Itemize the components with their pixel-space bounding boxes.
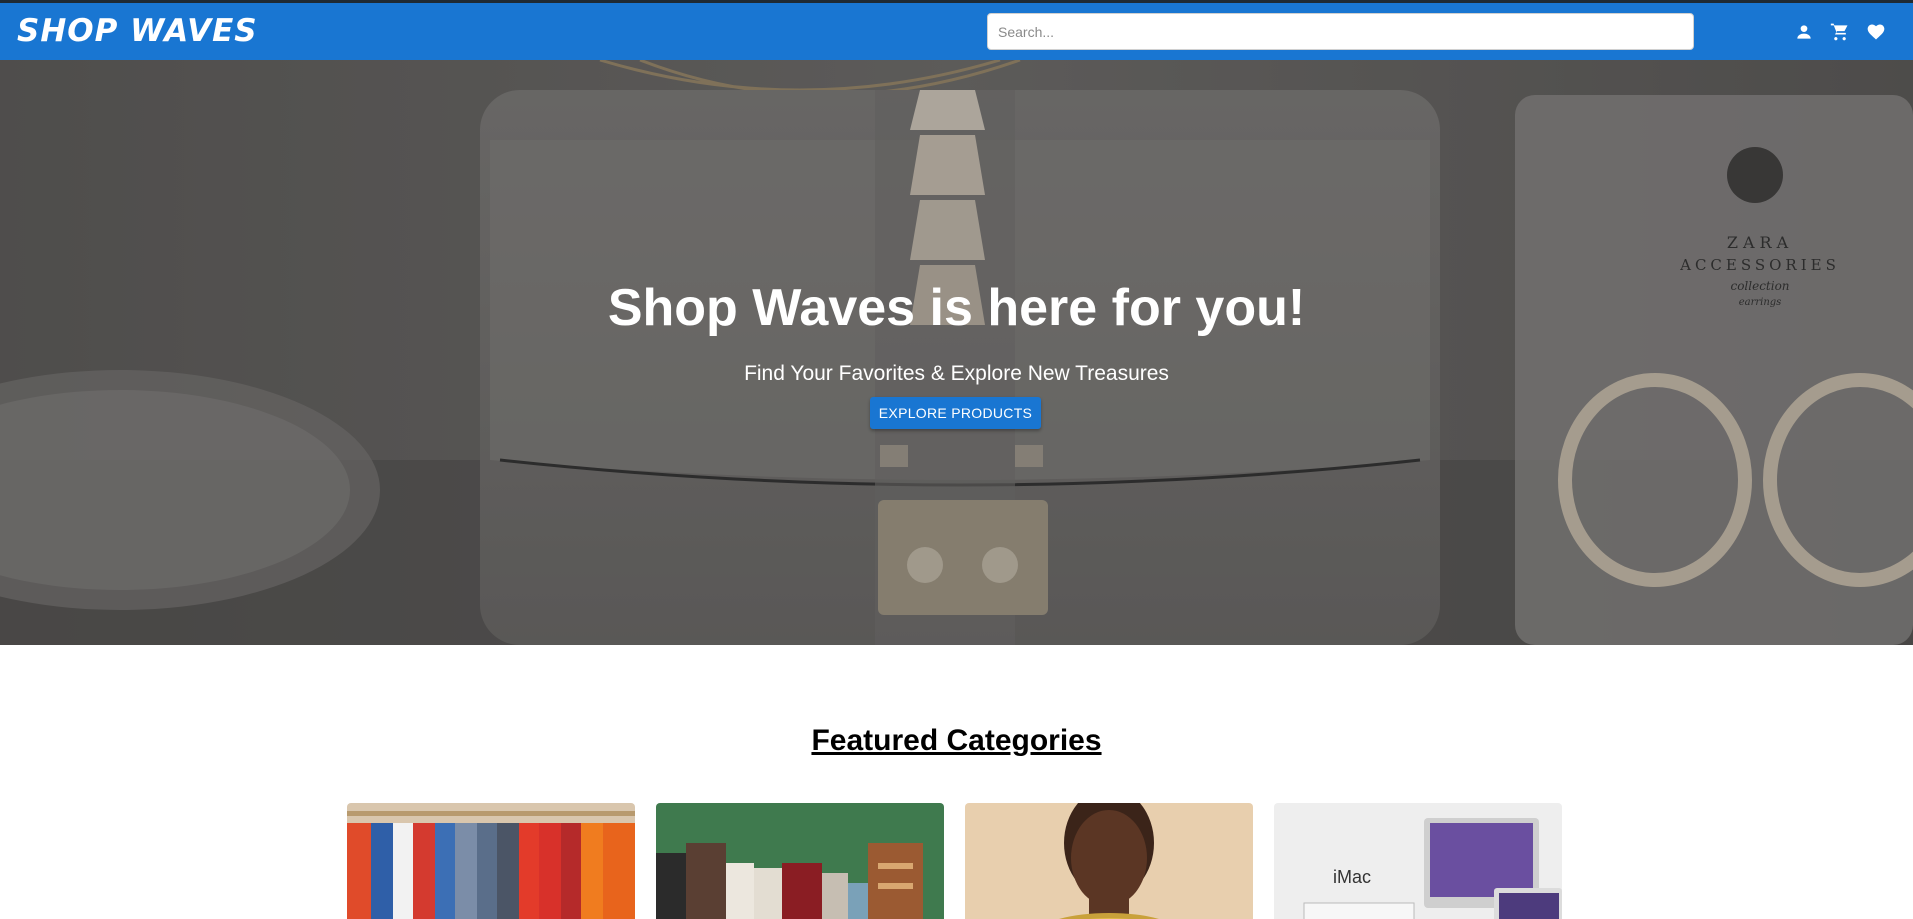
site-logo[interactable]: SHOP WAVES: [17, 13, 258, 49]
heart-icon[interactable]: [1865, 21, 1887, 43]
featured-categories-grid: iMac: [347, 803, 1562, 919]
category-card-electronics[interactable]: iMac: [1274, 803, 1562, 919]
nav-icons: [1793, 21, 1887, 43]
hero-title: Shop Waves is here for you!: [607, 279, 1306, 337]
search-input[interactable]: [987, 13, 1694, 50]
hero-banner: ZARA ACCESSORIES collection earrings Sho…: [0, 60, 1913, 645]
hero-subtitle: Find Your Favorites & Explore New Treasu…: [744, 362, 1169, 385]
explore-products-button[interactable]: EXPLORE PRODUCTS: [870, 397, 1041, 429]
category-card-books[interactable]: [656, 803, 944, 919]
category-card-jewelry[interactable]: [965, 803, 1253, 919]
electronics-image: iMac: [1274, 803, 1562, 919]
account-icon[interactable]: [1793, 21, 1815, 43]
featured-categories-title: Featured Categories: [811, 724, 1102, 757]
navbar: SHOP WAVES: [0, 3, 1913, 60]
jewelry-model-image: [965, 803, 1253, 919]
clothing-rack-image: [347, 803, 635, 919]
hero-overlay: [0, 60, 1913, 645]
category-card-clothing[interactable]: [347, 803, 635, 919]
imac-label: iMac: [1333, 867, 1371, 887]
books-image: [656, 803, 944, 919]
cart-icon[interactable]: [1829, 21, 1851, 43]
